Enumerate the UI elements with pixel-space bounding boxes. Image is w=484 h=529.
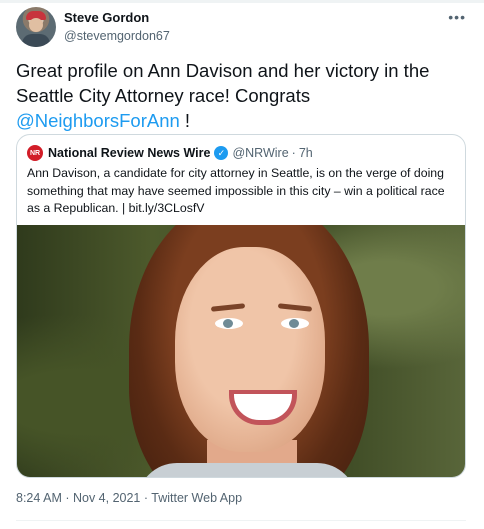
quoted-timestamp[interactable]: 7h: [299, 146, 313, 160]
mention-link[interactable]: @NeighborsForAnn: [16, 110, 180, 131]
photo-eye-right: [281, 318, 309, 329]
tweet-text-part2: !: [179, 110, 191, 131]
author-display-name[interactable]: Steve Gordon: [64, 10, 170, 26]
quoted-author-name[interactable]: National Review News Wire: [48, 146, 210, 160]
bottom-divider: [16, 520, 466, 521]
avatar[interactable]: [16, 7, 56, 47]
photo-eye-left: [215, 318, 243, 329]
tweet-text: Great profile on Ann Davison and her vic…: [16, 58, 466, 133]
avatar-face: [29, 18, 43, 32]
quoted-tweet-text: Ann Davison, a candidate for city attorn…: [27, 166, 445, 215]
author-names: Steve Gordon @stevemgordon67: [64, 10, 170, 45]
tweet-timestamp[interactable]: 8:24 AM · Nov 4, 2021 · Twitter Web App: [16, 491, 242, 505]
verified-icon: ✓: [214, 146, 229, 160]
quoted-tweet-photo[interactable]: [17, 225, 465, 477]
author-handle[interactable]: @stevemgordon67: [64, 28, 170, 45]
photo-shirt: [137, 463, 357, 477]
avatar-shirt: [22, 34, 50, 47]
top-divider: [0, 0, 484, 3]
quoted-tweet[interactable]: NR National Review News Wire ✓ @NRWire ·…: [16, 134, 466, 478]
quoted-author-handle[interactable]: @NRWire: [232, 146, 288, 160]
tweet-author[interactable]: Steve Gordon @stevemgordon67: [16, 7, 170, 47]
quoted-tweet-header: NR National Review News Wire ✓ @NRWire ·…: [27, 144, 313, 162]
separator-dot: ·: [291, 146, 296, 160]
nr-logo-icon[interactable]: NR: [27, 145, 43, 161]
tweet-text-part1: Great profile on Ann Davison and her vic…: [16, 60, 430, 106]
more-options-icon[interactable]: •••: [448, 9, 466, 25]
